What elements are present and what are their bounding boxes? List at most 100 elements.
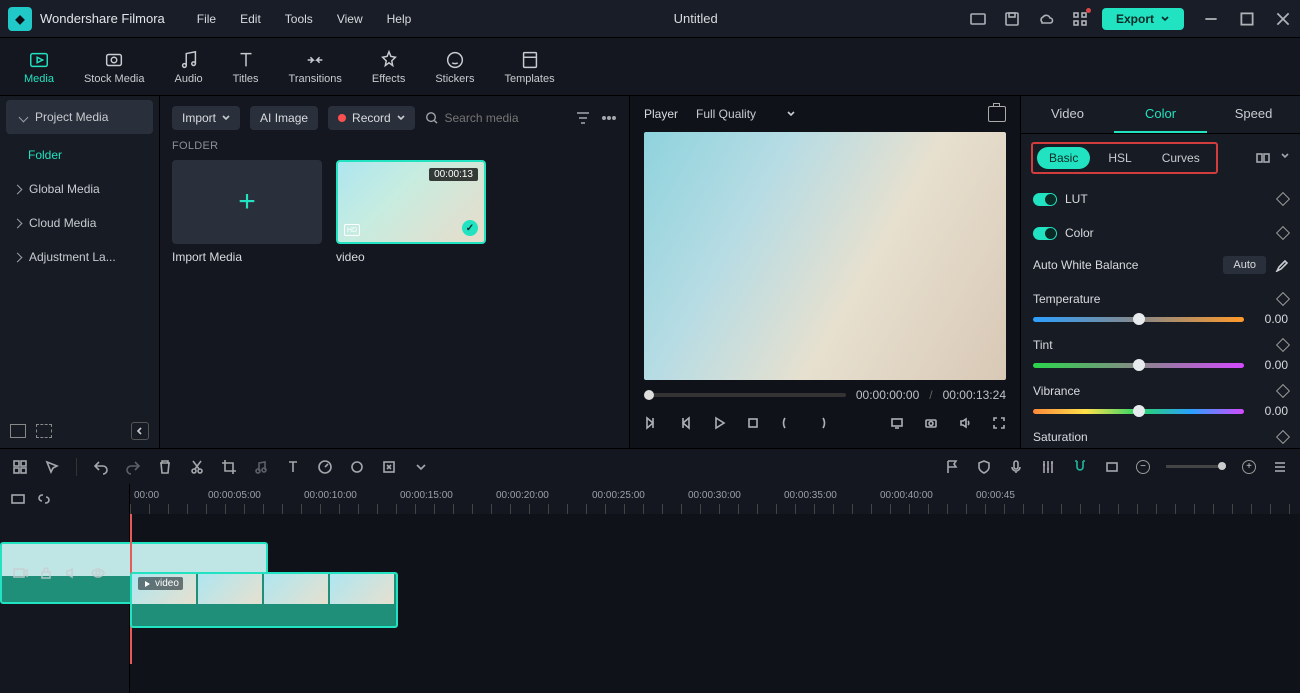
seek-bar[interactable] (644, 393, 846, 397)
tab-color[interactable]: Color (1114, 96, 1207, 133)
vibrance-slider[interactable] (1033, 409, 1244, 414)
maximize-icon[interactable] (1238, 10, 1256, 28)
more-icon[interactable] (601, 110, 617, 126)
search-input[interactable] (425, 110, 565, 126)
temperature-slider[interactable] (1033, 317, 1244, 322)
sidebar-folder[interactable]: Folder (0, 138, 159, 172)
keyframe-icon[interactable] (1276, 384, 1290, 398)
import-media-tile[interactable]: + Import Media (172, 160, 322, 264)
preview-viewport[interactable] (644, 132, 1006, 380)
cut-icon[interactable] (189, 459, 205, 475)
menu-tools[interactable]: Tools (275, 8, 323, 30)
auto-button[interactable]: Auto (1223, 256, 1266, 274)
menu-help[interactable]: Help (377, 8, 422, 30)
grid-icon[interactable] (12, 459, 28, 475)
tab-titles[interactable]: Titles (221, 45, 271, 89)
tab-stickers[interactable]: Stickers (423, 45, 486, 89)
import-button[interactable]: Import (172, 106, 240, 130)
tab-effects[interactable]: Effects (360, 45, 417, 89)
tint-slider[interactable] (1033, 363, 1244, 368)
close-icon[interactable] (1274, 10, 1292, 28)
lut-toggle[interactable] (1033, 193, 1057, 206)
speed-icon[interactable] (317, 459, 333, 475)
compare-icon[interactable] (1256, 151, 1270, 165)
visibility-icon[interactable] (90, 565, 106, 581)
cursor-icon[interactable] (44, 459, 60, 475)
prev-frame-icon[interactable] (644, 416, 658, 430)
timeline-clip[interactable]: video (130, 572, 398, 628)
zoom-slider[interactable] (1166, 465, 1226, 468)
keyframe-icon[interactable] (1276, 338, 1290, 352)
sidebar-adjustment-layer[interactable]: Adjustment La... (0, 240, 159, 274)
sidebar-global-media[interactable]: Global Media (0, 172, 159, 206)
filter-icon[interactable] (575, 110, 591, 126)
keyframe-icon[interactable] (1276, 292, 1290, 306)
shield-icon[interactable] (976, 459, 992, 475)
new-folder-icon[interactable] (10, 424, 26, 438)
redo-icon[interactable] (125, 459, 141, 475)
export-button[interactable]: Export (1102, 8, 1184, 30)
subtab-curves[interactable]: Curves (1150, 147, 1212, 169)
menu-edit[interactable]: Edit (230, 8, 271, 30)
minimize-icon[interactable] (1202, 10, 1220, 28)
mixer-icon[interactable] (1040, 459, 1056, 475)
menu-file[interactable]: File (187, 8, 226, 30)
menu-view[interactable]: View (327, 8, 373, 30)
quality-dropdown[interactable]: Full Quality (696, 107, 796, 121)
tab-transitions[interactable]: Transitions (277, 45, 354, 89)
text-icon[interactable] (285, 459, 301, 475)
color-toggle[interactable] (1033, 227, 1057, 240)
new-bin-icon[interactable] (36, 424, 52, 438)
more-tools-icon[interactable] (413, 459, 429, 475)
mark-in-icon[interactable] (780, 416, 794, 430)
keyframe-icon[interactable] (1276, 430, 1290, 444)
magnet-icon[interactable] (1072, 459, 1088, 475)
undo-icon[interactable] (93, 459, 109, 475)
tab-stock-media[interactable]: Stock Media (72, 45, 157, 89)
mark-out-icon[interactable] (814, 416, 828, 430)
lut-section[interactable]: LUT (1021, 182, 1300, 216)
play-icon[interactable] (712, 416, 726, 430)
eyedropper-icon[interactable] (1274, 258, 1288, 272)
lock-icon[interactable] (38, 565, 54, 581)
music-icon[interactable] (253, 459, 269, 475)
collapse-sidebar-icon[interactable] (131, 422, 149, 440)
media-clip-tile[interactable]: 00:00:13 HD ✓ video (336, 160, 486, 264)
mute-icon[interactable] (64, 565, 80, 581)
timeline-ruler[interactable]: 00:00 00:00:05:00 00:00:10:00 00:00:15:0… (130, 484, 1300, 514)
fullscreen-icon[interactable] (992, 416, 1006, 430)
tab-audio[interactable]: Audio (163, 45, 215, 89)
snapshot-icon[interactable] (988, 106, 1006, 122)
effects-icon[interactable] (381, 459, 397, 475)
sidebar-cloud-media[interactable]: Cloud Media (0, 206, 159, 240)
volume-icon[interactable] (958, 416, 972, 430)
sidebar-project-media[interactable]: Project Media (6, 100, 153, 134)
color-icon[interactable] (349, 459, 365, 475)
keyframe-icon[interactable] (1276, 226, 1290, 240)
record-button[interactable]: Record (328, 106, 415, 130)
crop-icon[interactable] (221, 459, 237, 475)
tab-video[interactable]: Video (1021, 96, 1114, 133)
mic-icon[interactable] (1008, 459, 1024, 475)
zoom-in-icon[interactable]: + (1242, 460, 1256, 474)
subtab-basic[interactable]: Basic (1037, 147, 1090, 169)
layout-icon[interactable] (970, 11, 986, 27)
keyframe-icon[interactable] (1276, 192, 1290, 206)
video-track-icon[interactable] (12, 565, 28, 581)
frame-icon[interactable] (1104, 459, 1120, 475)
apps-icon[interactable] (1072, 11, 1088, 27)
stop-icon[interactable] (746, 416, 760, 430)
ai-image-button[interactable]: AI Image (250, 106, 318, 130)
save-icon[interactable] (1004, 11, 1020, 27)
display-icon[interactable] (890, 416, 904, 430)
chevron-down-icon[interactable] (1280, 151, 1290, 161)
tab-speed[interactable]: Speed (1207, 96, 1300, 133)
subtab-hsl[interactable]: HSL (1096, 147, 1143, 169)
camera-icon[interactable] (924, 416, 938, 430)
delete-icon[interactable] (157, 459, 173, 475)
tab-media[interactable]: Media (12, 45, 66, 89)
step-back-icon[interactable] (678, 416, 692, 430)
color-section[interactable]: Color (1021, 216, 1300, 250)
view-options-icon[interactable] (1272, 459, 1288, 475)
zoom-out-icon[interactable]: − (1136, 460, 1150, 474)
